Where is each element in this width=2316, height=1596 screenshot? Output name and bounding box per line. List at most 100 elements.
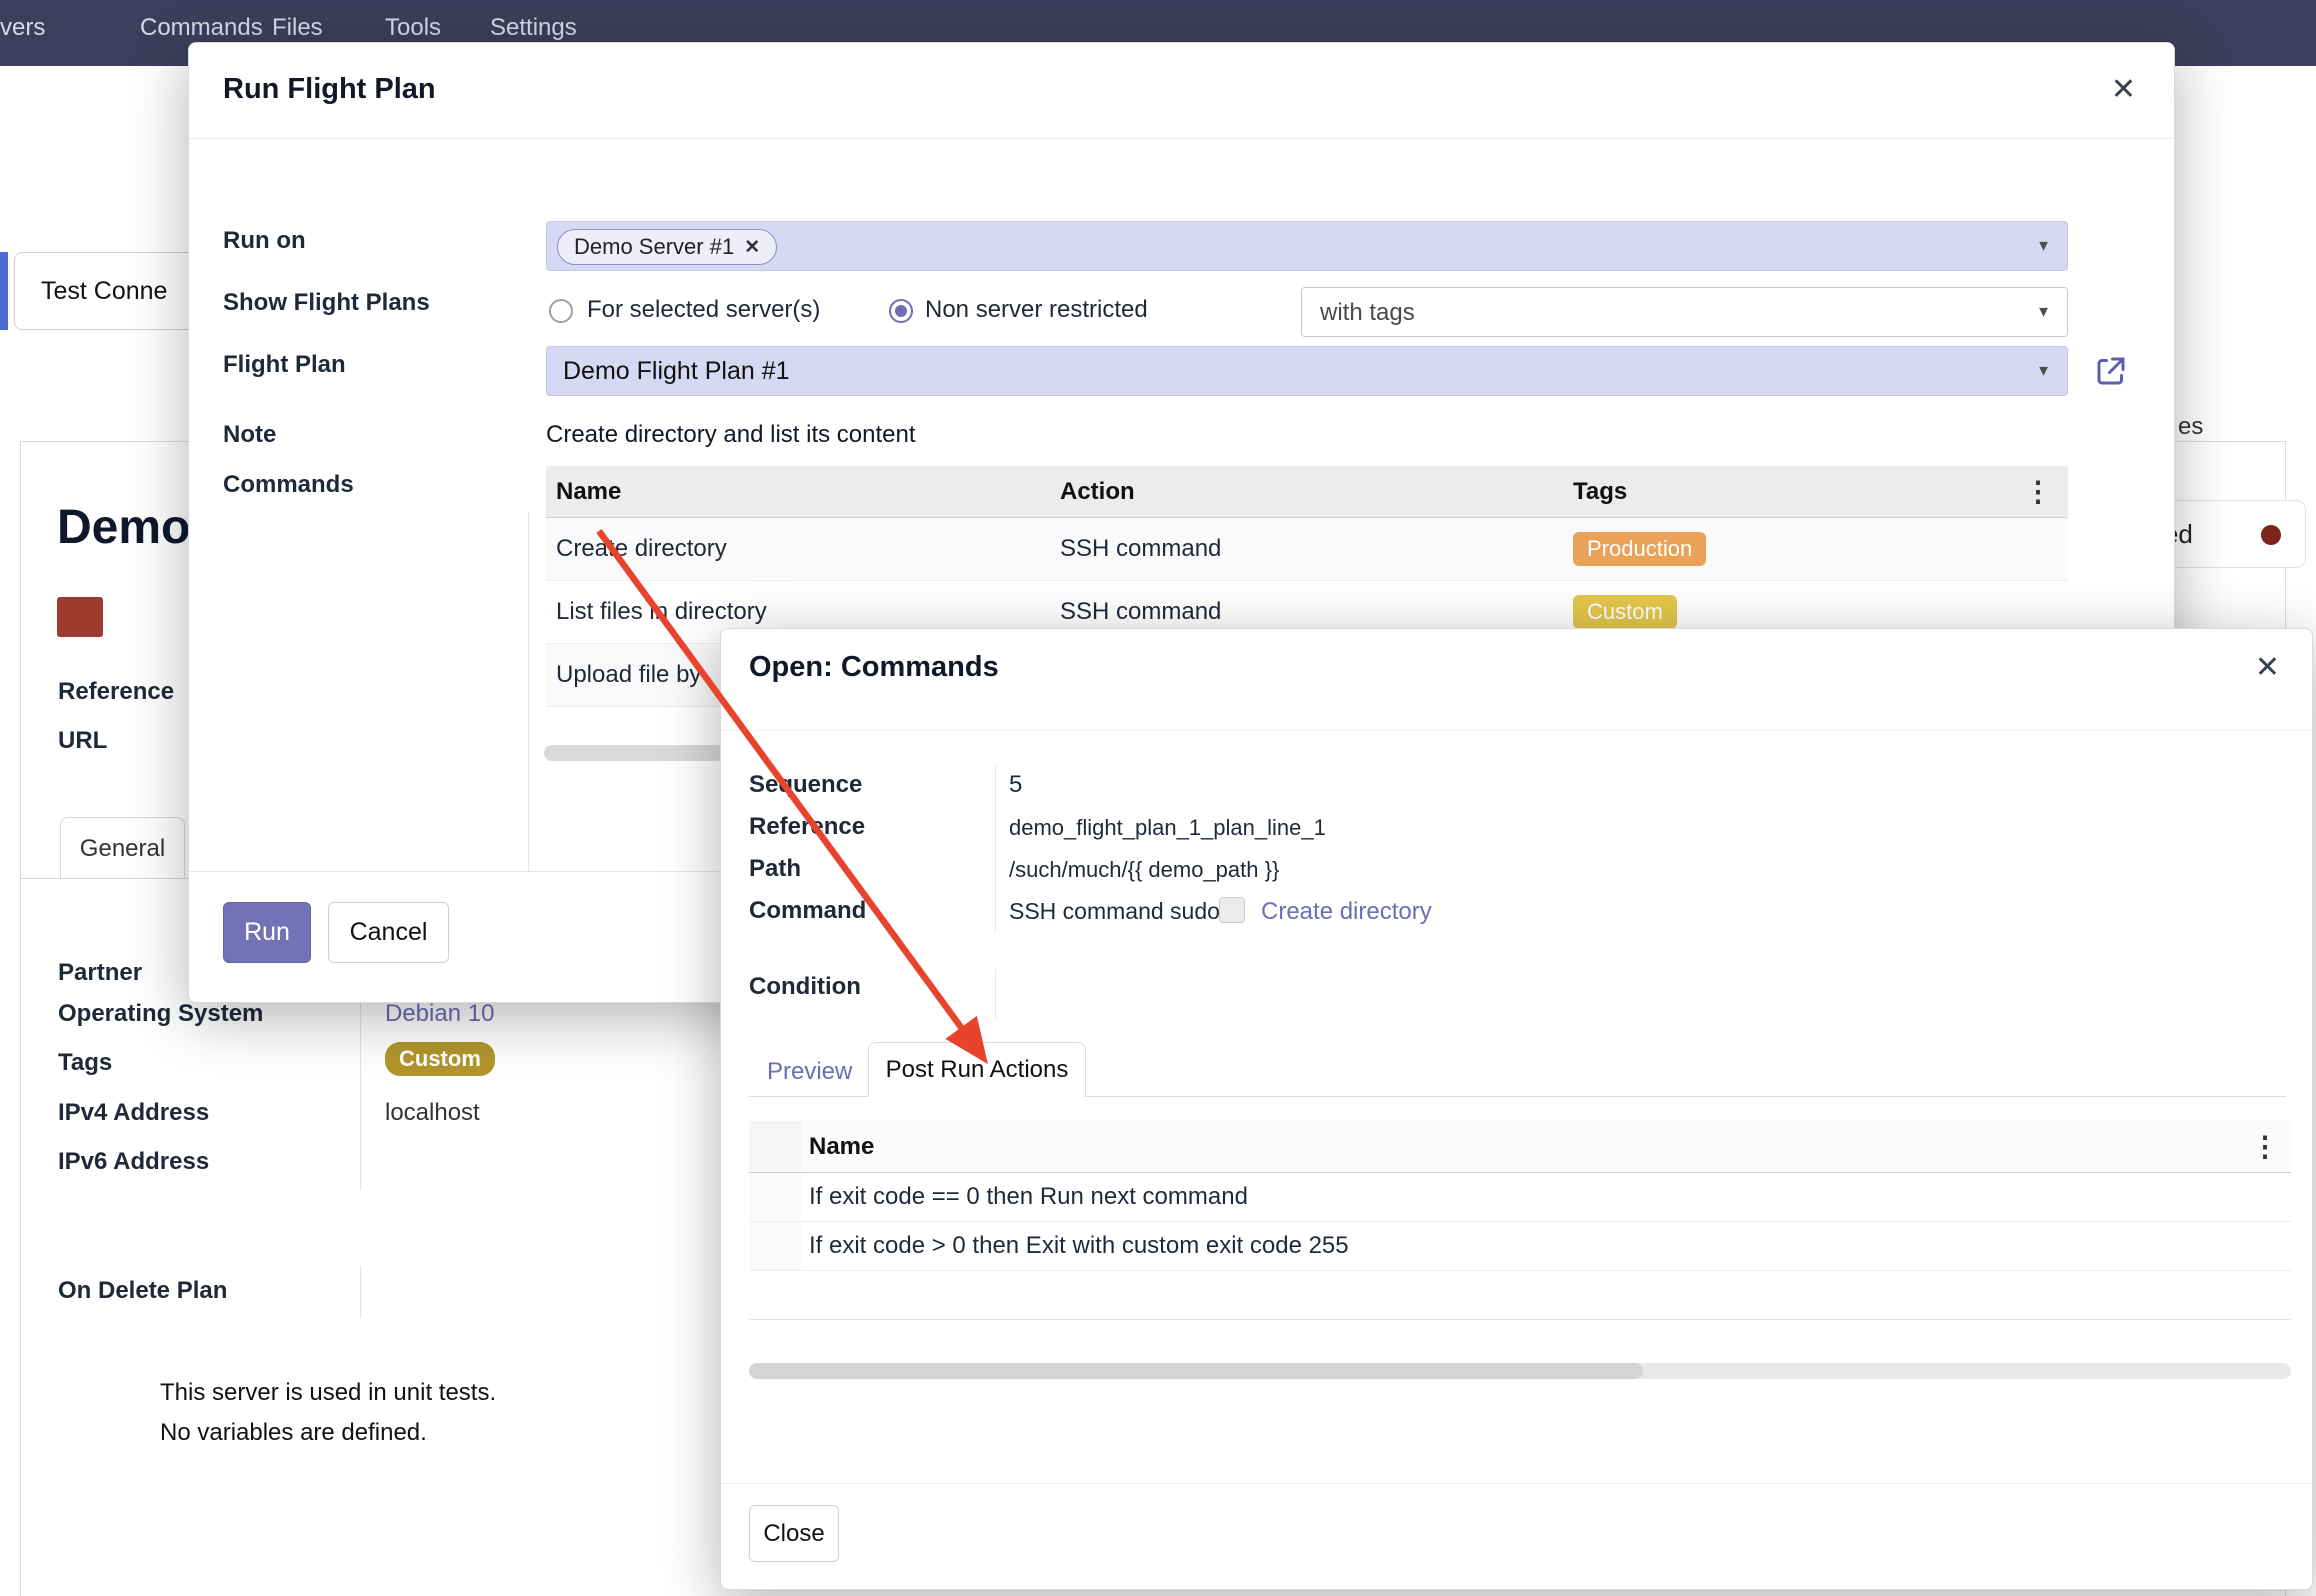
scrollbar-thumb[interactable]: [749, 1363, 1643, 1379]
label-on-delete-plan: On Delete Plan: [58, 1277, 227, 1305]
kebab-menu-icon[interactable]: ⋮: [2002, 475, 2068, 508]
label-operating-system: Operating System: [58, 1000, 263, 1028]
column-header-tags: Tags: [1573, 478, 2002, 506]
commands-table-header: Name Action Tags ⋮: [546, 466, 2068, 518]
modal-header-divider: [189, 138, 2174, 139]
close-icon[interactable]: ✕: [2111, 75, 2136, 105]
tab-post-run-actions[interactable]: Post Run Actions: [868, 1042, 1086, 1097]
field-column-divider-2: [360, 1266, 361, 1318]
screen: vers Commands Files Tools Settings Test …: [0, 0, 2316, 1596]
column-header-name: Name: [801, 1133, 2241, 1161]
value-ipv4: localhost: [385, 1099, 480, 1127]
label-reference: Reference: [58, 678, 174, 706]
horizontal-scrollbar[interactable]: [749, 1363, 2291, 1379]
tab-general-label: General: [80, 835, 165, 863]
cell-action: SSH command: [1060, 535, 1573, 563]
label-reference: Reference: [749, 813, 865, 841]
open-commands-modal: Open: Commands ✕ Sequence 5 Reference de…: [720, 628, 2313, 1590]
cell-tags: Custom: [1573, 595, 2002, 629]
tab-post-run-actions-label: Post Run Actions: [886, 1056, 1069, 1084]
flight-plan-value: Demo Flight Plan #1: [563, 357, 790, 386]
remove-tag-icon[interactable]: ✕: [744, 236, 760, 259]
label-note: Note: [223, 421, 276, 449]
table-row-empty: [749, 1271, 2291, 1320]
label-ipv6: IPv6 Address: [58, 1148, 209, 1176]
label-commands: Commands: [223, 471, 354, 499]
cell-name: Create directory: [546, 535, 1060, 563]
status-dot: [2261, 525, 2281, 545]
field-divider: [995, 765, 996, 933]
radio-non-server-restricted[interactable]: [889, 299, 913, 323]
create-directory-checkbox[interactable]: [1219, 897, 1245, 923]
flight-plan-note: Create directory and list its content: [546, 421, 916, 449]
radio-non-server-restricted-label: Non server restricted: [925, 296, 1148, 324]
label-url: URL: [58, 727, 107, 755]
unit-note-line1: This server is used in unit tests.: [160, 1379, 496, 1407]
nav-item-files[interactable]: Files: [272, 14, 323, 42]
tab-general[interactable]: General: [60, 817, 185, 879]
page-title: Demo: [57, 500, 190, 555]
unit-note-line2: No variables are defined.: [160, 1419, 427, 1447]
label-partner: Partner: [58, 959, 142, 987]
label-tags: Tags: [58, 1049, 112, 1077]
label-path: Path: [749, 855, 801, 883]
chevron-down-icon: ▼: [2036, 304, 2051, 321]
table-row[interactable]: If exit code > 0 then Exit with custom e…: [749, 1222, 2291, 1271]
value-path: /such/much/{{ demo_path }}: [1009, 857, 1279, 883]
label-run-on: Run on: [223, 227, 306, 255]
label-flight-plan: Flight Plan: [223, 351, 346, 379]
test-connection-label: Test Conne: [41, 277, 167, 306]
nav-item-servers[interactable]: vers: [0, 14, 45, 42]
handle-column: [749, 1173, 801, 1221]
open-modal-title: Open: Commands: [749, 651, 999, 684]
with-tags-select[interactable]: with tags ▼: [1301, 287, 2068, 337]
tags-badge-custom: Custom: [385, 1042, 495, 1076]
external-link-icon[interactable]: [2093, 353, 2129, 394]
value-command: SSH command sudo: [1009, 898, 1220, 925]
run-on-select[interactable]: Demo Server #1 ✕ ▼: [546, 221, 2068, 271]
server-tag-label: Demo Server #1: [574, 234, 734, 260]
nav-item-commands[interactable]: Commands: [140, 14, 263, 42]
table-row[interactable]: Create directory SSH command Production: [546, 518, 2068, 581]
field-divider-2: [995, 969, 996, 1019]
cancel-button[interactable]: Cancel: [328, 902, 449, 963]
create-directory-link[interactable]: Create directory: [1261, 898, 1432, 926]
cell-action: SSH command: [1060, 598, 1573, 626]
modal-footer-divider: [721, 1483, 2312, 1484]
with-tags-value: with tags: [1320, 299, 1415, 327]
radio-for-selected-servers-label: For selected server(s): [587, 296, 820, 324]
cell-name: List files in directory: [546, 598, 1060, 626]
table-row[interactable]: If exit code == 0 then Run next command: [749, 1173, 2291, 1222]
run-button[interactable]: Run: [223, 902, 311, 963]
nav-item-tools[interactable]: Tools: [385, 14, 441, 42]
radio-for-selected-servers[interactable]: [549, 299, 573, 323]
server-tag-pill: Demo Server #1 ✕: [557, 229, 777, 265]
nav-item-settings[interactable]: Settings: [490, 14, 577, 42]
close-button[interactable]: Close: [749, 1505, 839, 1562]
custom-badge: Custom: [1573, 595, 1677, 629]
value-sequence: 5: [1009, 771, 1022, 799]
modal-header-divider: [721, 730, 2312, 731]
production-badge: Production: [1573, 532, 1706, 566]
actions-table-header: Name ⋮: [749, 1121, 2291, 1173]
color-swatch[interactable]: [57, 597, 103, 637]
close-icon[interactable]: ✕: [2255, 653, 2280, 683]
handle-column: [749, 1222, 801, 1270]
value-operating-system[interactable]: Debian 10: [385, 1000, 494, 1028]
partial-button-edge: [0, 252, 8, 330]
cell-action-name: If exit code == 0 then Run next command: [801, 1183, 2291, 1211]
run-modal-title: Run Flight Plan: [223, 73, 436, 106]
label-command: Command: [749, 897, 866, 925]
flight-plan-select[interactable]: Demo Flight Plan #1 ▼: [546, 346, 2068, 396]
cell-tags: Production: [1573, 532, 2002, 566]
label-sequence: Sequence: [749, 771, 862, 799]
value-reference: demo_flight_plan_1_plan_line_1: [1009, 815, 1326, 841]
label-show-flight-plans: Show Flight Plans: [223, 289, 430, 317]
column-header-name: Name: [546, 478, 1060, 506]
tab-preview[interactable]: Preview: [767, 1058, 852, 1086]
kebab-menu-icon[interactable]: ⋮: [2241, 1130, 2291, 1163]
chevron-down-icon: ▼: [2036, 238, 2051, 255]
cell-action-name: If exit code > 0 then Exit with custom e…: [801, 1232, 2291, 1260]
right-edge-fragment: es: [2178, 413, 2203, 441]
handle-column: [749, 1121, 801, 1172]
